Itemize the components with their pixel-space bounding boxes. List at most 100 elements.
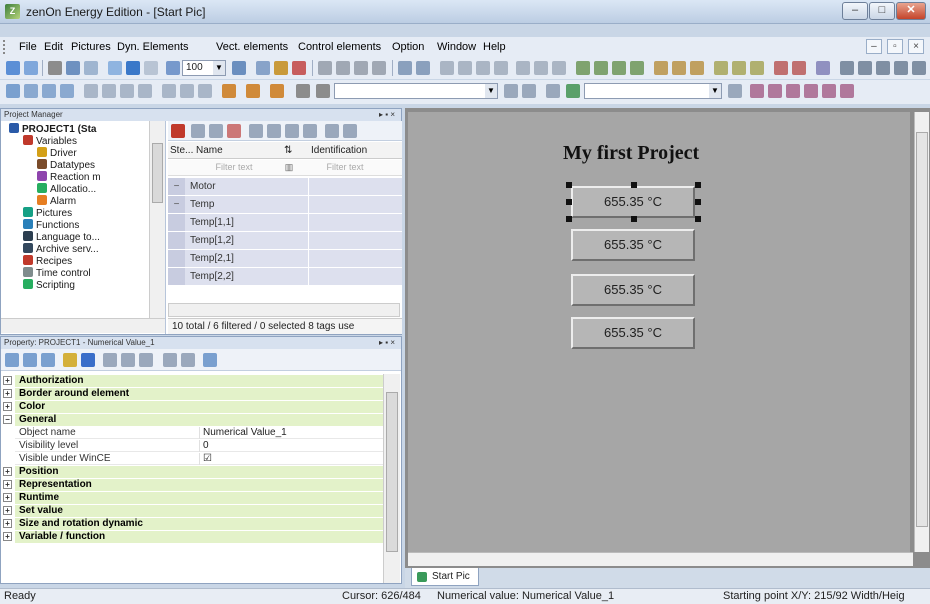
minimize-button[interactable]: – (842, 2, 868, 20)
font-combo[interactable]: ▼ (334, 83, 498, 99)
curve-tool-icon[interactable] (894, 61, 908, 75)
grid-icon[interactable] (274, 61, 288, 75)
italic-icon[interactable] (522, 84, 536, 98)
print-icon[interactable] (256, 61, 270, 75)
arc-icon[interactable] (750, 61, 764, 75)
tree-item-allocation[interactable]: Allocatio... (37, 183, 96, 195)
zoom-combo[interactable]: 100 ▼ (182, 60, 226, 76)
text-icon[interactable] (654, 61, 668, 75)
anim-3-icon[interactable] (786, 84, 800, 98)
anim-5-icon[interactable] (822, 84, 836, 98)
tab-start-pic[interactable]: Start Pic (411, 568, 479, 586)
table-row[interactable]: Temp[2,1] (168, 250, 402, 268)
forward-icon[interactable] (552, 61, 566, 75)
tree-item-language[interactable]: Language to... (23, 231, 100, 243)
vector-polygon-icon[interactable] (630, 61, 644, 75)
tree-item-alarm[interactable]: Alarm (37, 195, 76, 207)
filter-icon[interactable]: ▥ (282, 162, 296, 174)
selection-handle[interactable] (695, 199, 701, 205)
import-icon[interactable] (303, 124, 317, 138)
property-row[interactable]: Object name Numerical Value_1 (15, 427, 383, 439)
anim-6-icon[interactable] (840, 84, 854, 98)
menu-dyn-elements[interactable]: Dyn. Elements (117, 41, 189, 53)
vector-rect-icon[interactable] (594, 61, 608, 75)
property-category[interactable]: + Variable / function (3, 531, 383, 543)
hide-icon[interactable] (198, 84, 212, 98)
style-icon[interactable] (6, 84, 20, 98)
mdi-restore-button[interactable]: ▫ (886, 39, 903, 54)
tree-item-functions[interactable]: Functions (23, 219, 79, 231)
table-row[interactable]: Temp[1,2] (168, 232, 402, 250)
menu-control-elements[interactable]: Control elements (298, 41, 381, 53)
menu-grip[interactable] (3, 40, 6, 54)
paste-icon[interactable] (84, 61, 98, 75)
variables-horizontal-scrollbar[interactable] (168, 303, 400, 317)
pie-icon[interactable] (732, 61, 746, 75)
picture-canvas[interactable]: My first Project 655.35 °C 655.35 °C 655… (408, 112, 910, 552)
image-icon[interactable] (672, 61, 686, 75)
property-row[interactable]: Visible under WinCE ☑ (15, 453, 383, 465)
cut-icon[interactable] (48, 61, 62, 75)
circle-tool-icon[interactable] (858, 61, 872, 75)
rect-tool-icon[interactable] (840, 61, 854, 75)
filter-icon[interactable] (249, 124, 263, 138)
panel-controls[interactable]: ▸ ▪ × (379, 337, 395, 349)
polyline-tool-icon[interactable] (876, 61, 890, 75)
expand-icon[interactable]: + (3, 402, 12, 411)
panel-controls[interactable]: ▸ ▪ × (379, 109, 395, 121)
expand-icon[interactable]: + (3, 480, 12, 489)
close-button[interactable]: ✕ (896, 2, 926, 20)
flip-icon[interactable] (102, 84, 116, 98)
numerical-value-1[interactable]: 655.35 °C (571, 186, 695, 218)
align-text-icon[interactable] (728, 84, 742, 98)
tree-item-project[interactable]: PROJECT1 (Sta (9, 123, 96, 135)
grouped-icon[interactable] (41, 353, 55, 367)
unlock-icon[interactable] (180, 84, 194, 98)
numerical-value-4[interactable]: 655.35 °C (571, 317, 695, 349)
selection-handle[interactable] (566, 182, 572, 188)
anim-1-icon[interactable] (750, 84, 764, 98)
expand-icon[interactable]: + (3, 376, 12, 385)
table-row[interactable]: Temp[1,1] (168, 214, 402, 232)
report-icon[interactable] (792, 61, 806, 75)
properties-scrollbar[interactable] (383, 374, 400, 583)
tree-item-driver[interactable]: Driver (37, 147, 77, 159)
maximize-button[interactable]: □ (869, 2, 895, 20)
view-mode-3-icon[interactable] (139, 353, 153, 367)
table-row[interactable]: Temp[2,2] (168, 268, 402, 286)
property-category[interactable]: + Set value (3, 505, 383, 517)
tree-item-scripting[interactable]: Scripting (23, 279, 75, 291)
numerical-value-2[interactable]: 655.35 °C (571, 229, 695, 261)
view-mode-2-icon[interactable] (121, 353, 135, 367)
scale-icon[interactable] (138, 84, 152, 98)
selection-handle[interactable] (695, 216, 701, 222)
back-icon[interactable] (534, 61, 548, 75)
view-mode-1-icon[interactable] (103, 353, 117, 367)
align-top-icon[interactable] (372, 61, 386, 75)
expand-icon[interactable]: + (3, 506, 12, 515)
alphabetical-icon[interactable] (23, 353, 37, 367)
button-element-icon[interactable] (690, 61, 704, 75)
align-right-icon[interactable] (354, 61, 368, 75)
column-name[interactable]: Name (196, 145, 223, 156)
zoom-out-icon[interactable] (232, 61, 246, 75)
anim-4-icon[interactable] (804, 84, 818, 98)
ungroup-icon[interactable] (416, 61, 430, 75)
mirror-icon[interactable] (120, 84, 134, 98)
align-left-icon[interactable] (318, 61, 332, 75)
menu-help[interactable]: Help (483, 41, 506, 53)
property-value[interactable]: Numerical Value_1 (199, 427, 383, 439)
edit-icon[interactable] (267, 124, 281, 138)
line-tool-icon[interactable] (912, 61, 926, 75)
expand-icon[interactable]: + (3, 532, 12, 541)
menu-vect-elements[interactable]: Vect. elements (216, 41, 288, 53)
new-icon[interactable] (6, 61, 20, 75)
front-icon[interactable] (516, 61, 530, 75)
bold-icon[interactable] (504, 84, 518, 98)
anim-2-icon[interactable] (768, 84, 782, 98)
tree-item-time-control[interactable]: Time control (23, 267, 91, 279)
font-size-icon[interactable] (316, 84, 330, 98)
collapse-all-icon[interactable] (181, 353, 195, 367)
tree-scrollbar[interactable] (149, 121, 165, 318)
layer-up-icon[interactable] (42, 84, 56, 98)
